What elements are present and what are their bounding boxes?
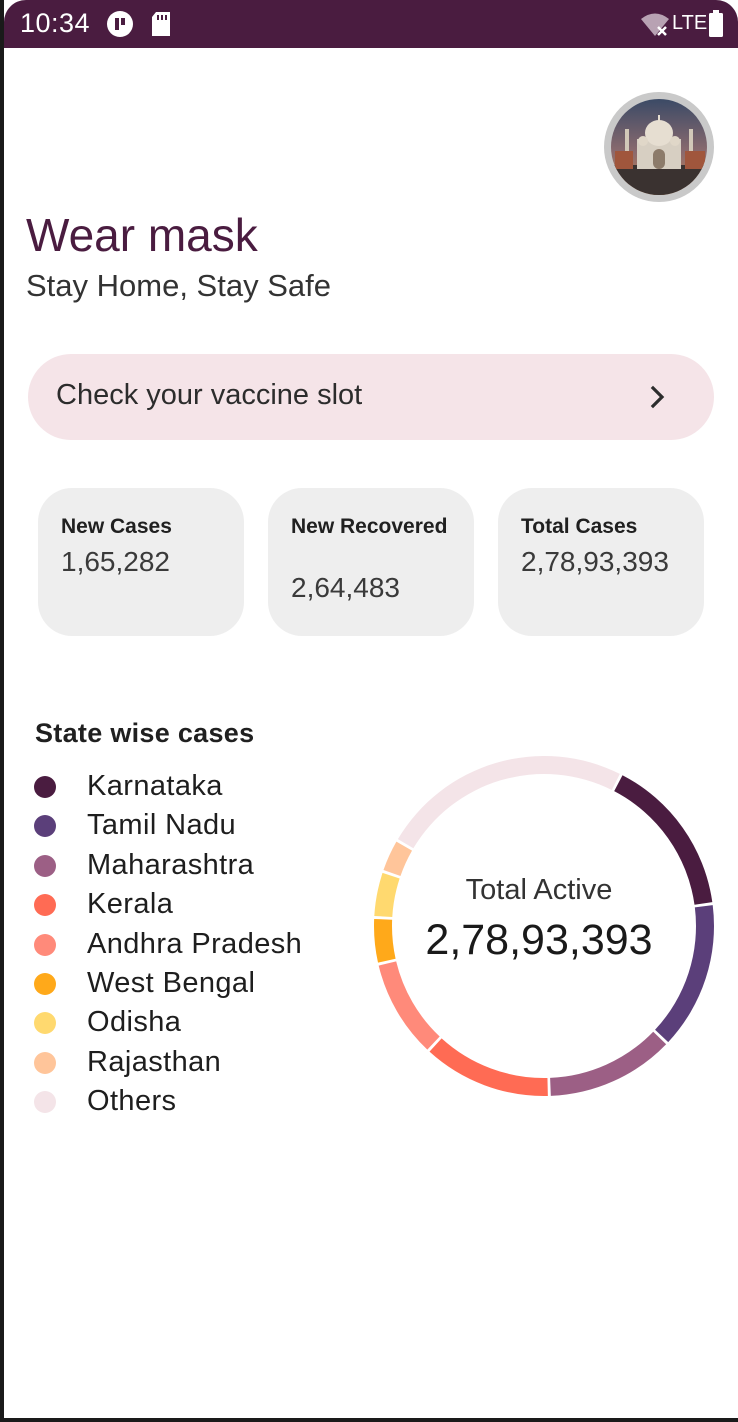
stat-card-new-cases[interactable]: New Cases 1,65,282	[38, 488, 244, 636]
stat-card-new-recovered[interactable]: New Recovered 2,64,483	[268, 488, 474, 636]
page-title: Wear mask	[26, 209, 258, 261]
stat-value: 2,64,483	[291, 572, 400, 603]
donut-slice-others	[397, 756, 620, 849]
legend-color-dot	[34, 815, 56, 838]
network-type: LTE	[672, 12, 708, 34]
legend-color-dot	[34, 776, 56, 798]
stat-value: 1,65,282	[61, 546, 170, 577]
taj-mahal-image	[611, 99, 707, 195]
stat-card-total-cases[interactable]: Total Cases 2,78,93,393	[498, 488, 704, 636]
legend-item: Tamil Nadu	[34, 809, 354, 845]
donut-slice-maharashtra	[550, 1031, 667, 1096]
legend-color-dot	[34, 933, 56, 956]
legend-label: Rajasthan	[87, 1045, 222, 1078]
app-notification-icon	[106, 10, 134, 43]
stat-value: 2,78,93,393	[521, 546, 669, 577]
legend-item: West Bengal	[34, 967, 354, 1003]
donut-center-label: Total Active	[465, 874, 613, 906]
legend-label: West Bengal	[87, 967, 256, 999]
status-bar: 10:34 LTE	[4, 0, 738, 48]
legend-label: Tamil Nadu	[87, 809, 237, 842]
legend-item: Andhra Pradesh	[34, 928, 354, 964]
legend-label: Karnataka	[87, 770, 223, 802]
battery-icon	[708, 10, 724, 43]
legend-item: Odisha	[34, 1006, 354, 1042]
stat-title: Total Cases	[521, 515, 638, 538]
legend-label: Kerala	[87, 888, 174, 921]
legend-color-dot	[34, 894, 56, 917]
legend-color-dot	[34, 1012, 56, 1035]
section-title: State wise cases	[35, 718, 255, 748]
donut-slice-andhra-pradesh	[378, 961, 440, 1050]
page-subtitle: Stay Home, Stay Safe	[26, 268, 331, 303]
legend-color-dot	[34, 1091, 56, 1114]
legend-item: Rajasthan	[34, 1046, 354, 1082]
legend-label: Maharashtra	[87, 848, 255, 881]
donut-center-value: 2,78,93,393	[425, 916, 653, 964]
donut-slice-rajasthan	[383, 841, 413, 876]
donut-slice-kerala	[429, 1038, 548, 1096]
sd-card-icon	[150, 10, 172, 43]
legend-label: Andhra Pradesh	[87, 927, 303, 960]
app-screen: 10:34 LTE Wear mask Stay Home, Stay Safe…	[4, 0, 738, 1418]
legend-color-dot	[34, 854, 56, 877]
stat-title: New Recovered	[291, 515, 448, 538]
status-time: 10:34	[20, 8, 91, 38]
legend-label: Odisha	[87, 1006, 182, 1039]
legend-item: Karnataka	[34, 770, 354, 806]
legend-item: Kerala	[34, 888, 354, 924]
stat-title: New Cases	[61, 515, 172, 538]
legend-color-dot	[34, 973, 56, 995]
vaccine-slot-label: Check your vaccine slot	[56, 379, 363, 411]
vaccine-slot-button[interactable]: Check your vaccine slot	[28, 354, 714, 440]
profile-avatar[interactable]	[604, 92, 714, 202]
wifi-off-icon	[640, 12, 670, 43]
chevron-right-icon	[648, 384, 668, 415]
legend-item: Others	[34, 1085, 354, 1121]
legend-label: Others	[87, 1085, 177, 1118]
legend-color-dot	[34, 1051, 56, 1074]
legend-item: Maharashtra	[34, 849, 354, 885]
